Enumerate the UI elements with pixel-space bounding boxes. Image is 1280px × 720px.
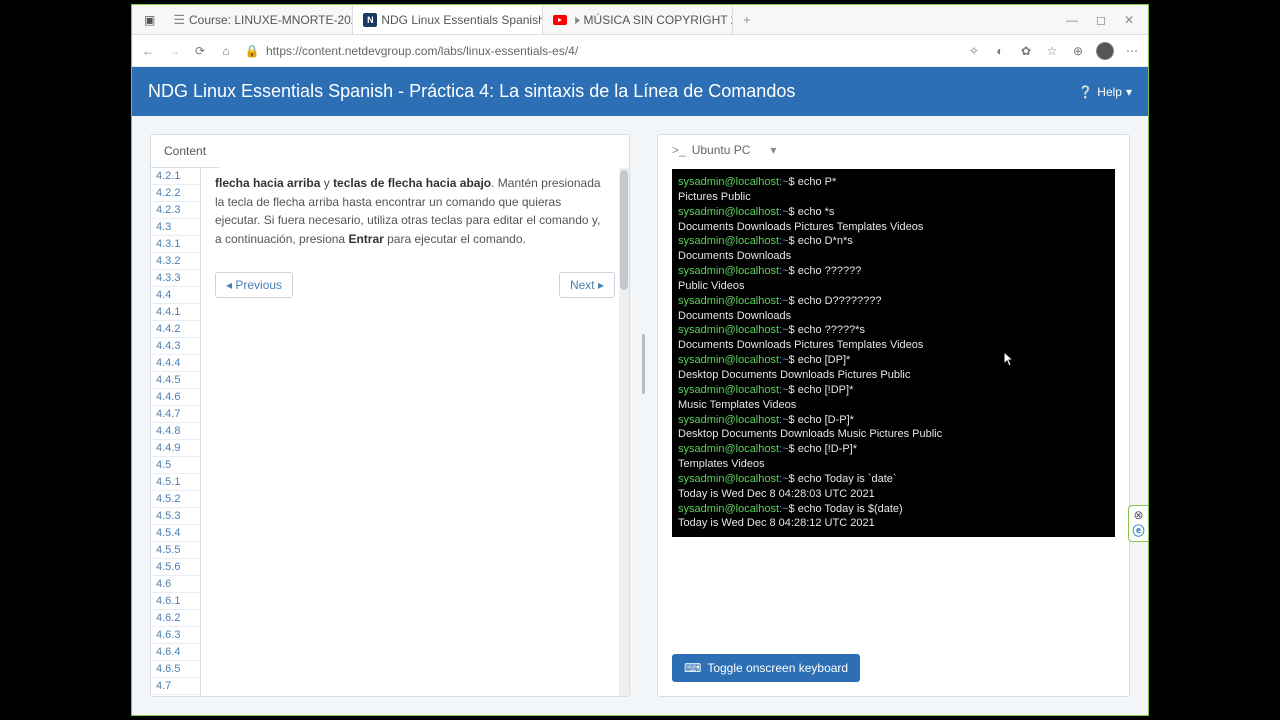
address-bar: ← → ⟳ ⌂ 🔒 https://content.netdevgroup.co… — [132, 35, 1148, 67]
toc-item[interactable]: 4.5.2 — [151, 491, 200, 508]
toc-item[interactable]: 4.5.3 — [151, 508, 200, 525]
toc-item[interactable]: 4.6.1 — [151, 593, 200, 610]
toc-item[interactable]: 4.6 — [151, 576, 200, 593]
chevron-down-icon: ▾ — [770, 143, 776, 157]
toc-item[interactable]: 4.4.7 — [151, 406, 200, 423]
tab-label: Course: LINUXE-MNORTE-2021 — [189, 13, 353, 27]
toc-item[interactable]: 4.3 — [151, 219, 200, 236]
toc-item[interactable]: 4.5 — [151, 457, 200, 474]
toc-item[interactable]: 4.5.1 — [151, 474, 200, 491]
toc-item[interactable]: 4.4.5 — [151, 372, 200, 389]
page-icon: ☰ — [173, 13, 185, 27]
toc-item[interactable]: 4.3.2 — [151, 253, 200, 270]
widget-close-icon[interactable]: ⊗ — [1131, 508, 1146, 522]
reload-icon[interactable]: ⟳ — [192, 43, 208, 59]
new-tab-button[interactable]: + — [733, 13, 760, 27]
scrollbar[interactable] — [619, 168, 629, 696]
toc-list[interactable]: 4.2.14.2.24.2.34.34.3.14.3.24.3.34.44.4.… — [151, 168, 201, 696]
minimize-icon[interactable]: — — [1066, 13, 1078, 27]
toc-item[interactable]: 4.7.1 — [151, 695, 200, 696]
close-window-icon[interactable]: ✕ — [1124, 13, 1134, 27]
lesson-text: flecha hacia arriba y teclas de flecha h… — [215, 174, 615, 248]
toc-item[interactable]: 4.7 — [151, 678, 200, 695]
toc-item[interactable]: 4.4.1 — [151, 304, 200, 321]
url-text: https://content.netdevgroup.com/labs/lin… — [266, 44, 578, 58]
terminal-tab[interactable]: >_ Ubuntu PC ▾ — [658, 135, 1129, 165]
lock-icon: 🔒 — [244, 43, 260, 59]
toc-item[interactable]: 4.6.3 — [151, 627, 200, 644]
page-title: NDG Linux Essentials Spanish - Práctica … — [148, 81, 795, 102]
terminal-output[interactable]: sysadmin@localhost:~$ echo P* Pictures P… — [672, 169, 1115, 537]
help-menu[interactable]: ❔ Help ▾ — [1078, 85, 1132, 99]
tab-label: NDG Linux Essentials Spanish - — [381, 13, 543, 27]
previous-button[interactable]: ◂ Previous — [215, 272, 293, 298]
help-icon: ❔ — [1078, 85, 1093, 99]
reader-icon[interactable]: ◐ — [992, 43, 1008, 59]
url-field[interactable]: 🔒 https://content.netdevgroup.com/labs/l… — [244, 43, 956, 59]
toc-item[interactable]: 4.6.5 — [151, 661, 200, 678]
keyboard-icon: ⌨ — [684, 661, 701, 675]
next-button[interactable]: Next ▸ — [559, 272, 615, 298]
terminal-icon: >_ — [672, 143, 686, 157]
toc-item[interactable]: 4.3.1 — [151, 236, 200, 253]
toc-item[interactable]: 4.4.6 — [151, 389, 200, 406]
profile-avatar[interactable] — [1096, 42, 1114, 60]
browser-tabbar: ▣ ☰ Course: LINUXE-MNORTE-2021 × N NDG L… — [132, 5, 1148, 35]
tab-course[interactable]: ☰ Course: LINUXE-MNORTE-2021 × — [163, 6, 353, 34]
menu-icon[interactable]: ⋯ — [1124, 43, 1140, 59]
toc-item[interactable]: 4.5.4 — [151, 525, 200, 542]
tabs-overview-icon[interactable]: ▣ — [144, 13, 155, 27]
terminal-panel: >_ Ubuntu PC ▾ sysadmin@localhost:~$ ech… — [657, 134, 1130, 697]
toc-item[interactable]: 4.4.4 — [151, 355, 200, 372]
side-widget[interactable]: ⊗ ⓔ — [1128, 505, 1148, 542]
toc-item[interactable]: 4.4 — [151, 287, 200, 304]
star-sparkle-icon[interactable]: ✧ — [966, 43, 982, 59]
toc-item[interactable]: 4.5.5 — [151, 542, 200, 559]
tab-label: MÚSICA SIN COPYRIGHT 2 — [584, 13, 734, 27]
extensions-icon[interactable]: ✿ — [1018, 43, 1034, 59]
mute-icon: 🕨 — [571, 12, 579, 28]
content-panel: Content 4.2.14.2.24.2.34.34.3.14.3.24.3.… — [150, 134, 630, 697]
maximize-icon[interactable]: ◻ — [1096, 13, 1106, 27]
chevron-down-icon: ▾ — [1126, 85, 1132, 99]
toc-item[interactable]: 4.2.3 — [151, 202, 200, 219]
toc-item[interactable]: 4.3.3 — [151, 270, 200, 287]
content-tab[interactable]: Content — [151, 135, 219, 168]
toc-item[interactable]: 4.4.2 — [151, 321, 200, 338]
toc-item[interactable]: 4.2.2 — [151, 185, 200, 202]
toc-item[interactable]: 4.6.4 — [151, 644, 200, 661]
favorites-icon[interactable]: ☆ — [1044, 43, 1060, 59]
page-header: NDG Linux Essentials Spanish - Práctica … — [132, 67, 1148, 116]
home-icon[interactable]: ⌂ — [218, 43, 234, 59]
toc-item[interactable]: 4.5.6 — [151, 559, 200, 576]
toc-item[interactable]: 4.6.2 — [151, 610, 200, 627]
toc-item[interactable]: 4.4.9 — [151, 440, 200, 457]
ndg-icon: N — [363, 13, 377, 27]
forward-icon[interactable]: → — [166, 43, 182, 59]
back-icon[interactable]: ← — [140, 43, 156, 59]
panel-divider[interactable] — [642, 134, 645, 697]
toc-item[interactable]: 4.2.1 — [151, 168, 200, 185]
collections-icon[interactable]: ⊕ — [1070, 43, 1086, 59]
lesson-body: flecha hacia arriba y teclas de flecha h… — [201, 168, 629, 696]
toc-item[interactable]: 4.4.3 — [151, 338, 200, 355]
tab-youtube[interactable]: 🕨 MÚSICA SIN COPYRIGHT 2 × — [543, 6, 733, 34]
youtube-icon — [553, 13, 567, 27]
toc-item[interactable]: 4.4.8 — [151, 423, 200, 440]
tab-ndg[interactable]: N NDG Linux Essentials Spanish - × — [353, 6, 543, 34]
widget-e-icon[interactable]: ⓔ — [1131, 522, 1146, 539]
toggle-keyboard-button[interactable]: ⌨ Toggle onscreen keyboard — [672, 654, 860, 682]
